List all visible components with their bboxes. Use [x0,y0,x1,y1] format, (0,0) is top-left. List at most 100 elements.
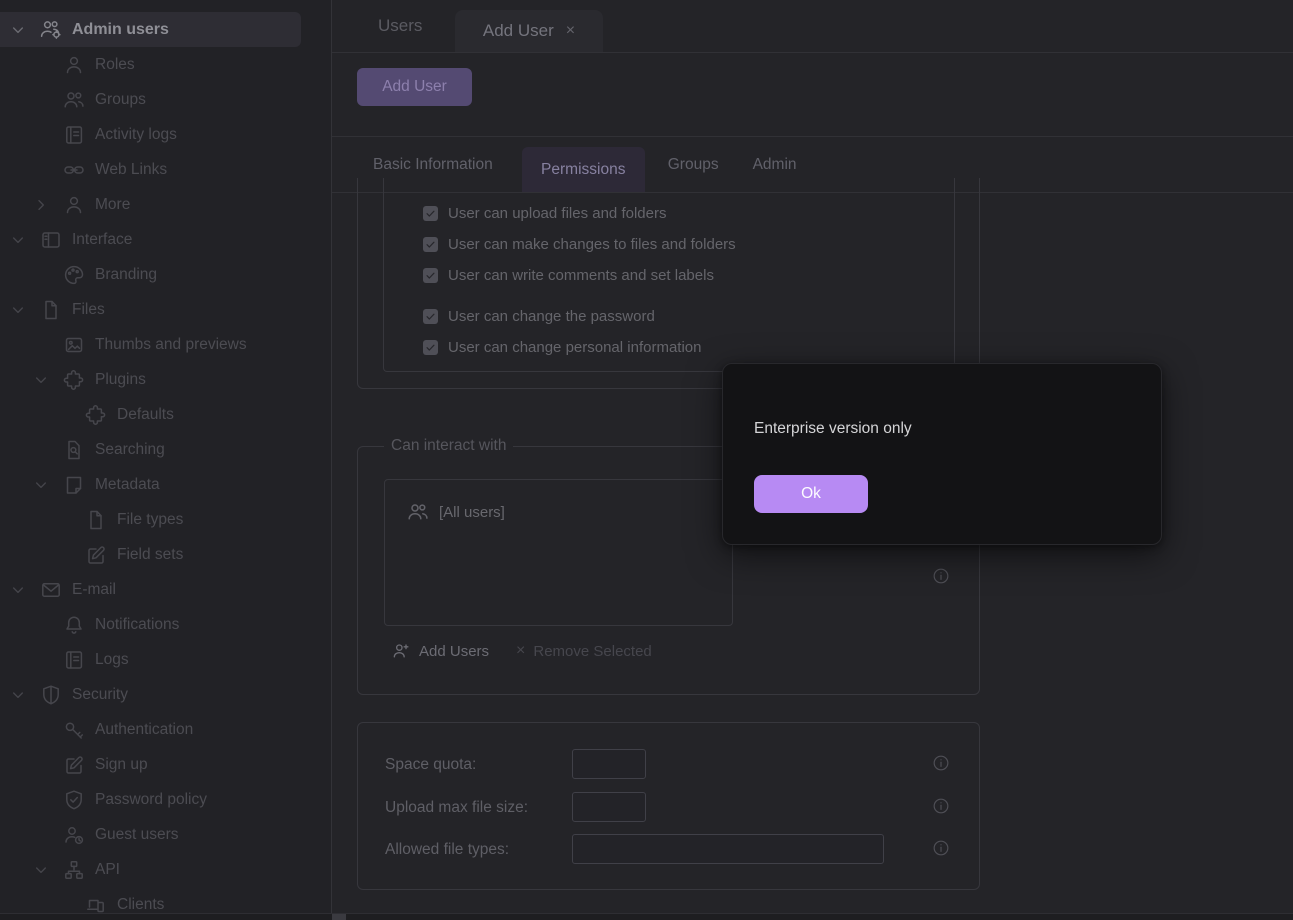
sidebar-item-plugins[interactable]: Plugins [0,362,331,397]
add-user-button[interactable]: Add User [357,68,472,106]
sidebar-item-files[interactable]: Files [0,292,331,327]
puzzle-icon [84,403,108,427]
chevron-right-icon[interactable] [33,197,49,213]
horizontal-scrollbar[interactable] [0,913,1293,920]
mail-icon [39,578,63,602]
checkbox-checked-icon[interactable] [423,309,438,324]
field-label: Space quota: [385,756,476,774]
scrollbar-thumb[interactable] [332,914,346,920]
chevron-down-icon[interactable] [10,232,26,248]
x-icon: × [516,642,525,660]
sidebar-item-email[interactable]: E-mail [0,572,331,607]
sidebar-item-label: Roles [95,56,135,74]
info-icon[interactable] [931,753,951,773]
chevron-down-icon[interactable] [10,302,26,318]
sidebar-item-label: Logs [95,651,129,669]
info-icon[interactable] [931,838,951,858]
tab-label: Add User [483,21,554,41]
add-users-button[interactable]: Add Users [391,641,489,661]
sidebar-item-file-types[interactable]: File types [0,502,331,537]
quota-fieldset: Space quota: Upload max file size: Allow… [357,722,980,890]
sidebar-item-interface[interactable]: Interface [0,222,331,257]
sidebar-item-label: Metadata [95,476,160,494]
sidebar-item-label: Password policy [95,791,207,809]
sidebar-item-password-policy[interactable]: Password policy [0,782,331,817]
sidebar-item-groups[interactable]: Groups [0,82,331,117]
field-label: Upload max file size: [385,799,528,817]
sidebar-item-label: Authentication [95,721,193,739]
sidebar-item-admin-users[interactable]: Admin users [0,12,301,47]
checkbox-label: User can upload files and folders [448,205,666,222]
sidebar-item-field-sets[interactable]: Field sets [0,537,331,572]
checkbox-row[interactable]: User can upload files and folders [423,204,666,222]
sidebar-item-guest-users[interactable]: Guest users [0,817,331,852]
close-icon[interactable]: × [566,23,575,39]
sidebar-item-branding[interactable]: Branding [0,257,331,292]
sidebar-item-security[interactable]: Security [0,677,331,712]
chevron-down-icon[interactable] [33,372,49,388]
chevron-down-icon[interactable] [33,477,49,493]
checkbox-checked-icon[interactable] [423,340,438,355]
shield-check-icon [62,788,86,812]
sidebar-item-more[interactable]: More [0,187,331,222]
checkbox-label: User can change personal information [448,339,701,356]
allowed-file-types-input[interactable] [572,834,884,864]
chevron-down-icon[interactable] [10,582,26,598]
checkbox-checked-icon[interactable] [423,237,438,252]
remove-selected-button[interactable]: × Remove Selected [516,642,652,660]
sidebar-item-activity-logs[interactable]: Activity logs [0,117,331,152]
member-actions: Add Users × Remove Selected [391,641,652,661]
tab-add-user[interactable]: Add User × [455,10,603,52]
sidebar-item-authentication[interactable]: Authentication [0,712,331,747]
chevron-down-icon[interactable] [10,22,26,38]
people-icon [406,500,430,524]
checkbox-row[interactable]: User can make changes to files and folde… [423,235,736,253]
checkbox-row[interactable]: User can change personal information [423,338,701,356]
log-book-icon [62,123,86,147]
checkbox-label: User can write comments and set labels [448,267,714,284]
chevron-down-icon[interactable] [33,862,49,878]
sidebar-item-label: Searching [95,441,165,459]
tab-users[interactable]: Users [378,0,428,52]
ok-button[interactable]: Ok [754,475,868,513]
tab-bar: Users Add User × [332,0,1293,53]
sidebar-item-api[interactable]: API [0,852,331,887]
sidebar-item-label: Guest users [95,826,179,844]
sidebar-item-searching[interactable]: Searching [0,432,331,467]
sidebar-item-label: File types [117,511,183,529]
checkbox-label: User can make changes to files and folde… [448,236,736,253]
info-icon[interactable] [931,796,951,816]
list-item-all-users[interactable]: [All users] [406,500,732,524]
sidebar-item-logs[interactable]: Logs [0,642,331,677]
sidebar-item-metadata[interactable]: Metadata [0,467,331,502]
checkbox-row[interactable]: User can change the password [423,307,655,325]
sidebar-item-label: Defaults [117,406,174,424]
file-icon [39,298,63,322]
dialog: Enterprise version only Ok [722,363,1162,545]
space-quota-input[interactable] [572,749,646,779]
sidebar-item-label: API [95,861,120,879]
permissions-form: User can upload files and folders User c… [332,178,1293,920]
sidebar-item-label: Notifications [95,616,179,634]
sidebar-item-roles[interactable]: Roles [0,47,331,82]
checkbox-checked-icon[interactable] [423,268,438,283]
sidebar-item-label: Groups [95,91,146,109]
file-icon [84,508,108,532]
checkbox-row[interactable]: User can write comments and set labels [423,266,714,284]
log-book-icon [62,648,86,672]
file-search-icon [62,438,86,462]
dialog-message: Enterprise version only [754,420,912,438]
sidebar-item-sign-up[interactable]: Sign up [0,747,331,782]
upload-max-file-size-input[interactable] [572,792,646,822]
info-icon[interactable] [931,566,951,586]
sidebar-item-thumbs-and-previews[interactable]: Thumbs and previews [0,327,331,362]
sidebar: Admin users Roles Groups Activity logs W… [0,0,332,920]
sidebar-item-notifications[interactable]: Notifications [0,607,331,642]
chevron-down-icon[interactable] [10,687,26,703]
sidebar-item-defaults[interactable]: Defaults [0,397,331,432]
checkbox-checked-icon[interactable] [423,206,438,221]
sidebar-item-web-links[interactable]: Web Links [0,152,331,187]
sidebar-item-label: Security [72,686,128,704]
sidebar-item-label: Admin users [72,21,169,39]
interact-members-list[interactable]: [All users] [384,479,733,626]
